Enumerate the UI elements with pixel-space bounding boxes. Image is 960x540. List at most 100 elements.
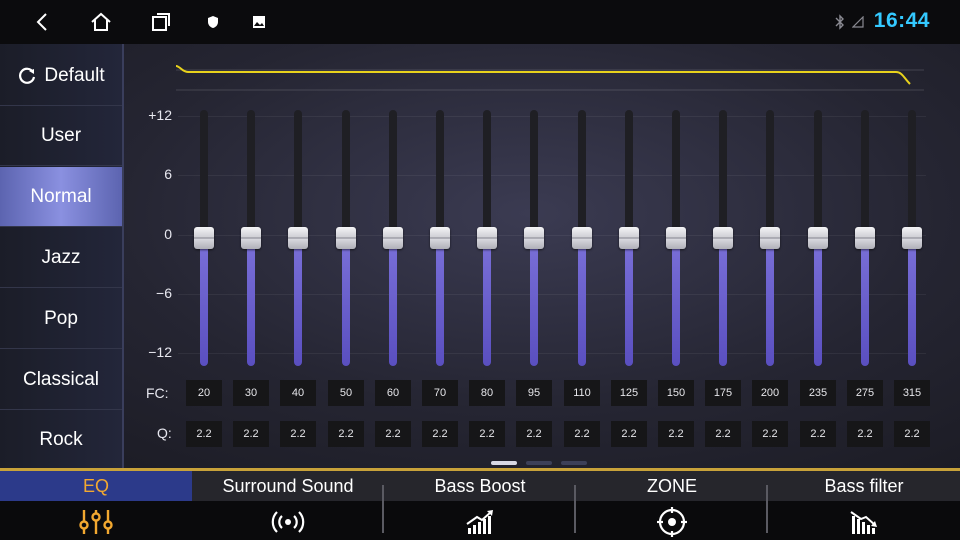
q-value[interactable]: 2.2 xyxy=(422,421,458,447)
fc-value[interactable]: 125 xyxy=(611,380,647,406)
slider-thumb[interactable] xyxy=(713,227,733,249)
refresh-icon xyxy=(17,66,37,86)
shield-icon xyxy=(204,0,222,44)
q-value[interactable]: 2.2 xyxy=(186,421,222,447)
band-slider-235[interactable] xyxy=(801,110,835,366)
fc-value[interactable]: 70 xyxy=(422,380,458,406)
tab-bass-filter[interactable]: Bass filter xyxy=(768,471,960,540)
band-slider-40[interactable] xyxy=(281,110,315,366)
preset-default[interactable]: Default xyxy=(0,46,122,106)
fc-value[interactable]: 175 xyxy=(705,380,741,406)
band-slider-70[interactable] xyxy=(423,110,457,366)
slider-fill xyxy=(200,238,208,366)
q-value[interactable]: 2.2 xyxy=(375,421,411,447)
slider-thumb[interactable] xyxy=(666,227,686,249)
page-indicator-1[interactable] xyxy=(491,461,517,465)
preset-label: Pop xyxy=(44,307,78,329)
fc-value[interactable]: 60 xyxy=(375,380,411,406)
q-value[interactable]: 2.2 xyxy=(894,421,930,447)
fc-value[interactable]: 50 xyxy=(328,380,364,406)
fc-value[interactable]: 315 xyxy=(894,380,930,406)
preset-jazz[interactable]: Jazz xyxy=(0,228,122,288)
back-icon[interactable] xyxy=(28,0,56,44)
band-slider-80[interactable] xyxy=(470,110,504,366)
slider-thumb[interactable] xyxy=(808,227,828,249)
preset-classical[interactable]: Classical xyxy=(0,350,122,410)
tab-bass-boost[interactable]: Bass Boost xyxy=(384,471,576,540)
preset-pop[interactable]: Pop xyxy=(0,289,122,349)
fc-value[interactable]: 95 xyxy=(516,380,552,406)
slider-thumb[interactable] xyxy=(288,227,308,249)
band-slider-30[interactable] xyxy=(234,110,268,366)
band-slider-200[interactable] xyxy=(753,110,787,366)
q-value[interactable]: 2.2 xyxy=(469,421,505,447)
preset-rock[interactable]: Rock xyxy=(0,410,122,470)
tab-zone[interactable]: ZONE xyxy=(576,471,768,540)
slider-thumb[interactable] xyxy=(383,227,403,249)
fc-value[interactable]: 275 xyxy=(847,380,883,406)
preset-label: User xyxy=(40,124,82,146)
slider-fill xyxy=(389,238,397,366)
slider-thumb[interactable] xyxy=(902,227,922,249)
slider-fill xyxy=(861,238,869,366)
slider-thumb[interactable] xyxy=(760,227,780,249)
slider-thumb[interactable] xyxy=(855,227,875,249)
band-slider-150[interactable] xyxy=(659,110,693,366)
band-slider-125[interactable] xyxy=(612,110,646,366)
fc-value[interactable]: 150 xyxy=(658,380,694,406)
q-value[interactable]: 2.2 xyxy=(752,421,788,447)
fc-value[interactable]: 235 xyxy=(800,380,836,406)
preset-normal[interactable]: Normal xyxy=(0,167,122,227)
band-slider-175[interactable] xyxy=(706,110,740,366)
fc-value[interactable]: 40 xyxy=(280,380,316,406)
q-value[interactable]: 2.2 xyxy=(564,421,600,447)
preset-label: Classical xyxy=(22,368,100,390)
page-indicator-2[interactable] xyxy=(526,461,552,465)
fc-value[interactable]: 80 xyxy=(469,380,505,406)
page-indicator-3[interactable] xyxy=(561,461,587,465)
image-icon xyxy=(250,0,268,44)
surround-icon xyxy=(271,505,305,539)
q-value[interactable]: 2.2 xyxy=(611,421,647,447)
home-icon[interactable] xyxy=(88,0,114,44)
slider-thumb[interactable] xyxy=(194,227,214,249)
slider-fill xyxy=(908,238,916,366)
fc-value[interactable]: 20 xyxy=(186,380,222,406)
preset-user[interactable]: User xyxy=(0,106,122,166)
slider-fill xyxy=(294,238,302,366)
fc-value[interactable]: 200 xyxy=(752,380,788,406)
recent-apps-icon[interactable] xyxy=(148,0,174,44)
tab-eq[interactable]: EQ xyxy=(0,471,192,540)
slider-thumb[interactable] xyxy=(572,227,592,249)
slider-thumb[interactable] xyxy=(430,227,450,249)
tab-surround-sound[interactable]: Surround Sound xyxy=(192,471,384,540)
scale-label-plus12: +12 xyxy=(148,107,172,123)
band-slider-110[interactable] xyxy=(565,110,599,366)
q-value[interactable]: 2.2 xyxy=(705,421,741,447)
tab-label: Surround Sound xyxy=(192,471,384,501)
band-slider-50[interactable] xyxy=(329,110,363,366)
band-slider-315[interactable] xyxy=(895,110,929,366)
fc-value[interactable]: 110 xyxy=(564,380,600,406)
band-slider-60[interactable] xyxy=(376,110,410,366)
q-value[interactable]: 2.2 xyxy=(516,421,552,447)
q-value[interactable]: 2.2 xyxy=(328,421,364,447)
preset-label: Rock xyxy=(39,429,83,450)
slider-thumb[interactable] xyxy=(241,227,261,249)
slider-fill xyxy=(625,238,633,366)
scale-label-6: 6 xyxy=(164,166,172,182)
slider-thumb[interactable] xyxy=(619,227,639,249)
slider-thumb[interactable] xyxy=(477,227,497,249)
slider-thumb[interactable] xyxy=(336,227,356,249)
q-value[interactable]: 2.2 xyxy=(800,421,836,447)
slider-thumb[interactable] xyxy=(524,227,544,249)
q-value[interactable]: 2.2 xyxy=(233,421,269,447)
fc-value[interactable]: 30 xyxy=(233,380,269,406)
q-value[interactable]: 2.2 xyxy=(280,421,316,447)
band-slider-20[interactable] xyxy=(187,110,221,366)
preset-sidebar: Default User Normal Jazz Pop Classical R… xyxy=(0,44,124,468)
band-slider-95[interactable] xyxy=(517,110,551,366)
band-slider-275[interactable] xyxy=(848,110,882,366)
q-value[interactable]: 2.2 xyxy=(847,421,883,447)
q-value[interactable]: 2.2 xyxy=(658,421,694,447)
